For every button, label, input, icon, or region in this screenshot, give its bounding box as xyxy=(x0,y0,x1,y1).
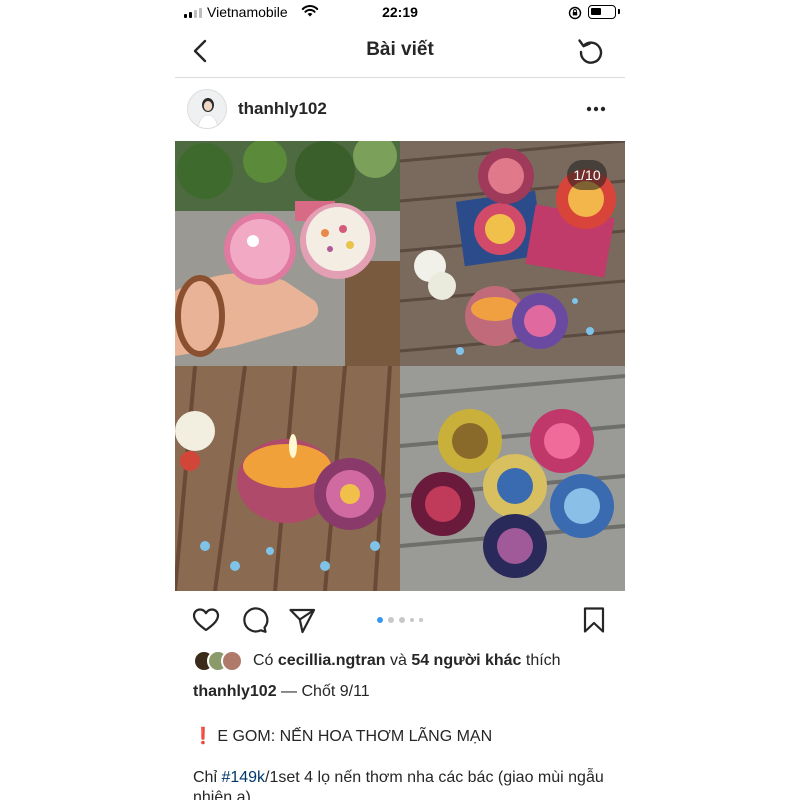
status-bar: Vietnamobile 22:19 xyxy=(175,0,625,26)
photo-seven-tins xyxy=(400,366,625,591)
carousel-indicator xyxy=(175,617,625,623)
likes-connector: và xyxy=(389,652,407,669)
bookmark-icon[interactable] xyxy=(579,605,609,635)
caption-first-line: thanhly102 — Chốt 9/11 xyxy=(193,683,370,701)
avatar-image xyxy=(188,90,226,128)
photo-hand-holding-candles xyxy=(175,141,400,366)
liker-avatar xyxy=(221,650,243,672)
caption-price-line: Chỉ #149k/1set 4 lọ nến thơm nha các bác… xyxy=(193,768,613,800)
exclamation-icon: ❗ xyxy=(193,728,213,745)
post-username[interactable]: thanhly102 xyxy=(238,99,327,119)
photo-lit-candle xyxy=(175,366,400,591)
liker-username[interactable]: cecillia.ngtran xyxy=(278,652,386,669)
hashtag-link[interactable]: #149k xyxy=(221,769,265,786)
post-header: thanhly102 xyxy=(175,79,625,141)
likes-summary[interactable]: Có cecillia.ngtran và 54 người khác thíc… xyxy=(253,652,561,670)
carousel-dot xyxy=(399,617,405,623)
post-image-carousel[interactable]: 1/10 xyxy=(175,141,625,591)
carousel-dot xyxy=(410,618,414,622)
post-actions xyxy=(175,591,625,649)
likes-suffix: thích xyxy=(525,652,561,669)
nav-header: Bài viết xyxy=(175,26,625,78)
caption-headline: ❗ E GOM: NẾN HOA THƠM LÃNG MẠN xyxy=(193,726,492,746)
caption-headline-text: E GOM: NẾN HOA THƠM LÃNG MẠN xyxy=(212,728,493,745)
image-counter: 1/10 xyxy=(567,160,607,190)
caption-price-prefix: Chỉ xyxy=(193,769,222,786)
likes-prefix: Có xyxy=(253,652,274,669)
page-title: Bài viết xyxy=(366,39,434,60)
refresh-icon[interactable] xyxy=(575,35,607,67)
avatar[interactable] xyxy=(187,89,227,129)
phone-screen: Vietnamobile 22:19 Bài viết thanhly102 1… xyxy=(175,0,625,800)
carousel-dot-active xyxy=(377,617,383,623)
carousel-dot xyxy=(388,617,394,623)
liker-avatars xyxy=(193,650,249,672)
status-time: 22:19 xyxy=(382,4,418,20)
more-options-icon[interactable] xyxy=(581,99,611,119)
battery-icon xyxy=(588,5,620,19)
likes-others-count[interactable]: 54 người khác xyxy=(411,652,521,669)
caption-username[interactable]: thanhly102 xyxy=(193,683,277,700)
caption-title: — Chốt 9/11 xyxy=(276,683,370,700)
rotation-lock-icon xyxy=(568,6,582,20)
likes-row: Có cecillia.ngtran và 54 người khác thíc… xyxy=(175,649,625,677)
carousel-dot xyxy=(419,618,423,622)
photo-patterned-tins-boxes: 1/10 xyxy=(400,141,625,366)
